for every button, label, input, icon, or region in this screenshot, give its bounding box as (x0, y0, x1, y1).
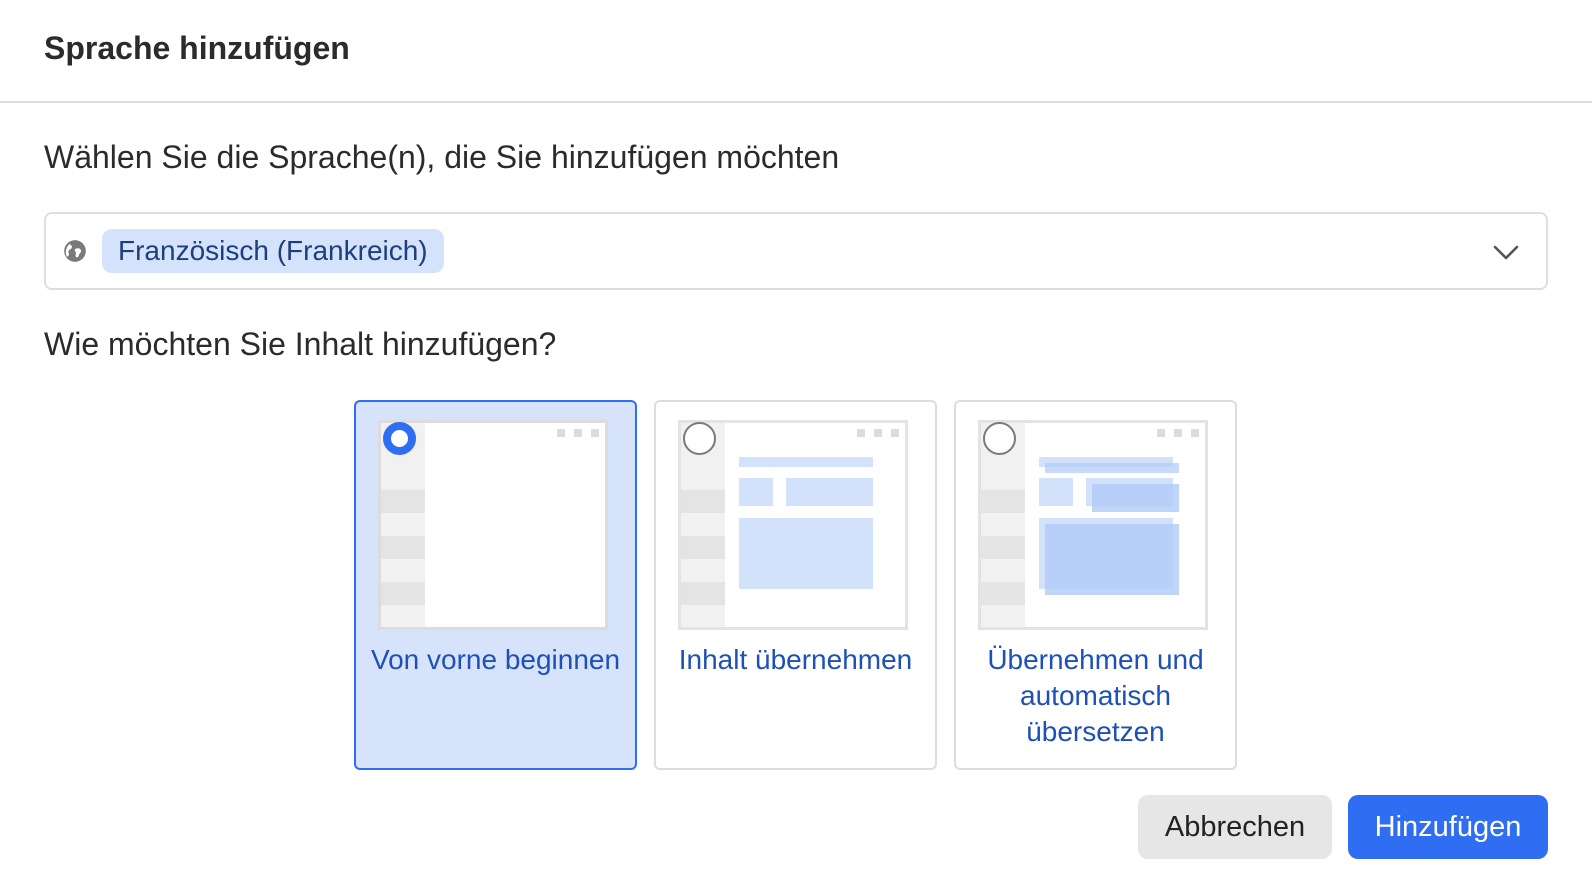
language-question: Wählen Sie die Sprache(n), die Sie hinzu… (44, 139, 840, 175)
option-copy-content[interactable]: Inhalt übernehmen (654, 400, 937, 770)
cancel-button[interactable]: Abbrechen (1138, 795, 1332, 859)
translated-page-illustration (978, 420, 1208, 630)
copied-page-illustration (678, 420, 908, 630)
dialog-header: Sprache hinzufügen (0, 0, 1592, 103)
dialog-title: Sprache hinzufügen (44, 30, 350, 66)
dialog-body: Wählen Sie die Sprache(n), die Sie hinzu… (0, 139, 1592, 363)
language-select[interactable]: Französisch (Frankreich) (44, 212, 1548, 290)
option-label: Inhalt übernehmen (678, 644, 913, 675)
content-options: Von vorne beginnen Inhalt übernehmen Übe… (354, 400, 1237, 770)
option-label: Übernehmen und automatisch übersetzen (987, 644, 1204, 747)
option-copy-and-translate[interactable]: Übernehmen und automatisch übersetzen (954, 400, 1237, 770)
radio-copy-and-translate[interactable] (983, 422, 1016, 455)
chevron-down-icon[interactable] (1492, 238, 1520, 266)
content-question: Wie möchten Sie Inhalt hinzufügen? (44, 326, 557, 362)
option-start-fresh[interactable]: Von vorne beginnen (354, 400, 637, 770)
blank-page-illustration (378, 420, 608, 630)
globe-icon (62, 238, 88, 264)
radio-start-fresh[interactable] (383, 422, 416, 455)
add-button[interactable]: Hinzufügen (1348, 795, 1548, 859)
language-chip[interactable]: Französisch (Frankreich) (102, 229, 444, 273)
dialog-footer: Abbrechen Hinzufügen (1138, 795, 1548, 859)
add-language-dialog: Sprache hinzufügen Wählen Sie die Sprach… (0, 0, 1592, 896)
option-label: Von vorne beginnen (370, 644, 621, 675)
radio-copy-content[interactable] (683, 422, 716, 455)
